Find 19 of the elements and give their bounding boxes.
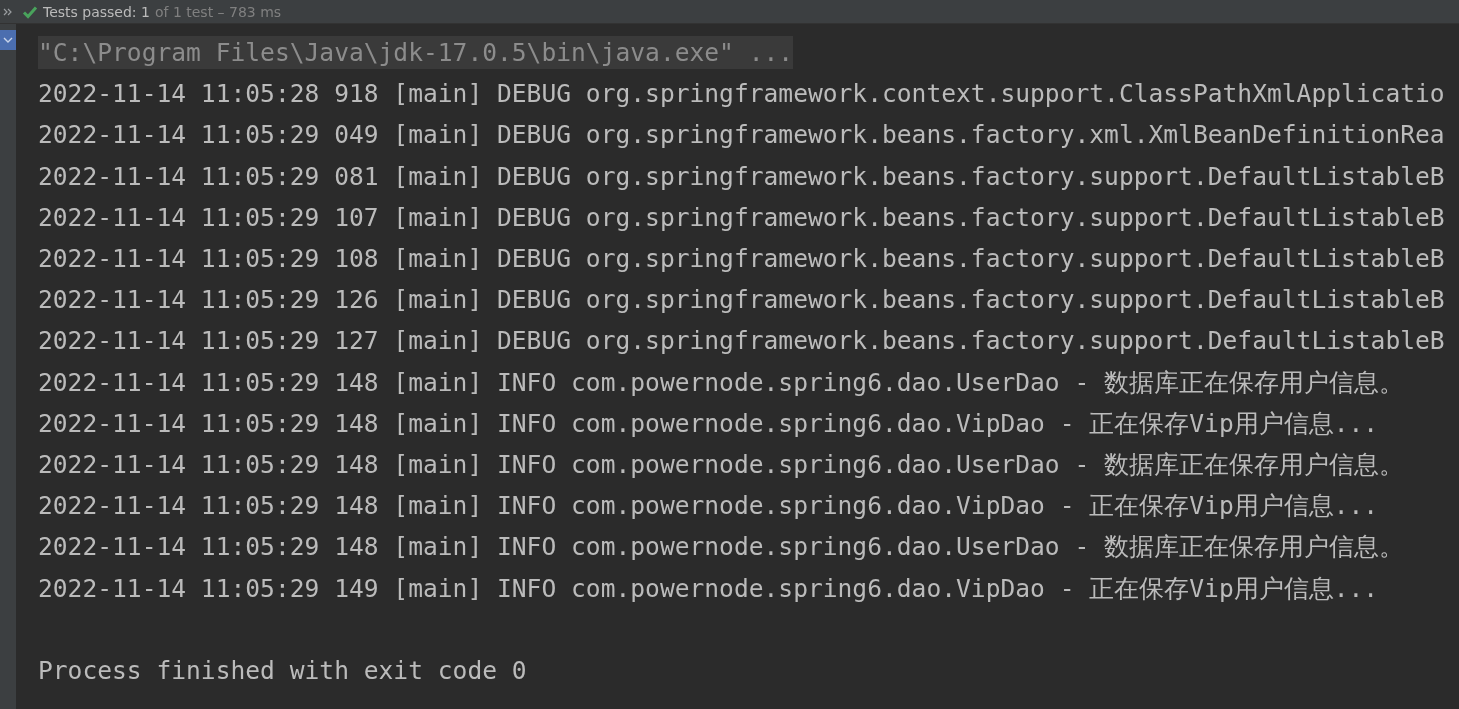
collapse-toggle[interactable] (0, 30, 16, 50)
log-line: 2022-11-14 11:05:29 148 [main] INFO com.powernode.spring6.dao.UserDao - 数据库正在保存用户信息。 (38, 366, 1405, 399)
log-line: 2022-11-14 11:05:29 108 [main] DEBUG org.springframework.beans.factory.support.DefaultListableB (38, 244, 1445, 274)
status-text: Tests passed: 1 (43, 3, 150, 20)
log-line: Process finished with exit code 0 (38, 655, 527, 685)
chevron-icon (3, 36, 13, 44)
log-line: 2022-11-14 11:05:29 148 [main] INFO com.powernode.spring6.dao.UserDao - 数据库正在保存用户信息。 (38, 531, 1405, 564)
status-detail: of 1 test – 783 ms (154, 3, 282, 20)
log-line: 2022-11-14 11:05:29 126 [main] DEBUG org.springframework.beans.factory.support.DefaultListableB (38, 285, 1445, 315)
expand-icon[interactable] (3, 7, 13, 16)
log-line: 2022-11-14 11:05:29 081 [main] DEBUG org.springframework.beans.factory.support.DefaultListableB (38, 161, 1445, 191)
log-line: 2022-11-14 11:05:28 918 [main] DEBUG org.springframework.context.support.ClassPathXmlApplicatio (38, 79, 1445, 109)
log-line: 2022-11-14 11:05:29 049 [main] DEBUG org.springframework.beans.factory.xml.XmlBeanDefinitionRea (38, 120, 1445, 150)
log-line: 2022-11-14 11:05:29 148 [main] INFO com.powernode.spring6.dao.VipDao - 正在保存Vip用户信息... (38, 490, 1379, 523)
log-line: 2022-11-14 11:05:29 148 [main] INFO com.powernode.spring6.dao.VipDao - 正在保存Vip用户信息... (38, 407, 1379, 440)
log-line: 2022-11-14 11:05:29 107 [main] DEBUG org.springframework.beans.factory.support.DefaultListableB (38, 202, 1445, 232)
log-line: 2022-11-14 11:05:29 148 [main] INFO com.powernode.spring6.dao.UserDao - 数据库正在保存用户信息。 (38, 448, 1405, 481)
log-line: 2022-11-14 11:05:29 149 [main] INFO com.powernode.spring6.dao.VipDao - 正在保存Vip用户信息... (38, 572, 1379, 605)
log-line: 2022-11-14 11:05:29 127 [main] DEBUG org.springframework.beans.factory.support.DefaultListableB (38, 326, 1445, 356)
